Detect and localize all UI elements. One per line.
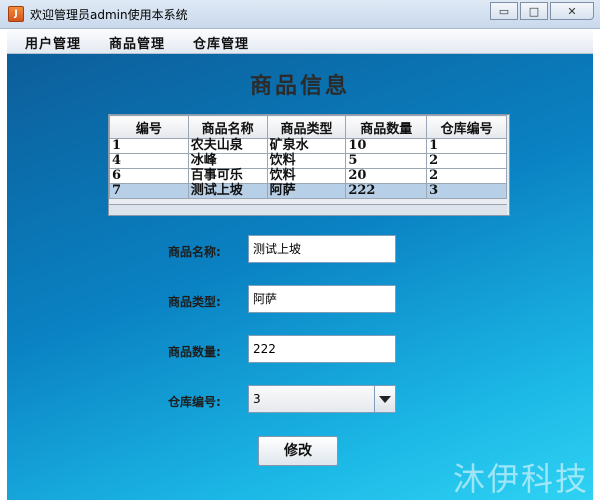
table-cell: 7 bbox=[109, 183, 189, 199]
product-name-label: 商品名称: bbox=[168, 245, 221, 259]
product-type-label: 商品类型: bbox=[168, 295, 221, 309]
table-header-row: 编号 商品名称 商品类型 商品数量 仓库编号 bbox=[109, 115, 507, 139]
menu-user-management[interactable]: 用户管理 bbox=[25, 33, 81, 52]
menu-bar: 用户管理 商品管理 仓库管理 bbox=[7, 29, 593, 54]
column-header-name[interactable]: 商品名称 bbox=[187, 115, 268, 139]
modify-button[interactable]: 修改 bbox=[258, 436, 338, 466]
table-cell: 20 bbox=[345, 168, 428, 184]
table-cell: 1 bbox=[109, 138, 189, 154]
window-titlebar[interactable]: J 欢迎管理员admin使用本系统 ▭ □ ✕ bbox=[0, 0, 600, 29]
table-cell: 矿泉水 bbox=[266, 138, 347, 154]
table-cell: 农夫山泉 bbox=[187, 138, 268, 154]
table-cell: 阿萨 bbox=[266, 183, 347, 199]
minimize-icon: ▭ bbox=[498, 4, 510, 18]
table-row[interactable]: 4 冰峰 饮料 5 2 bbox=[109, 153, 507, 169]
chevron-down-icon bbox=[379, 395, 391, 403]
table-cell: 饮料 bbox=[266, 168, 347, 184]
table-cell: 4 bbox=[109, 153, 189, 169]
table-cell: 1 bbox=[426, 138, 507, 154]
product-name-input[interactable]: 测试上坡 bbox=[248, 235, 396, 263]
window-title: 欢迎管理员admin使用本系统 bbox=[30, 8, 188, 22]
table-cell: 冰峰 bbox=[187, 153, 268, 169]
content-panel: 商品信息 编号 商品名称 商品类型 商品数量 仓库编号 1 农夫山泉 矿泉水 1… bbox=[7, 54, 593, 500]
window-controls: ▭ □ ✕ bbox=[488, 2, 594, 20]
table-cell: 测试上坡 bbox=[187, 183, 268, 199]
watermark-text: 沐伊科技 bbox=[452, 460, 589, 498]
warehouse-id-select[interactable]: 3 bbox=[248, 385, 396, 413]
table-horizontal-scrollbar[interactable] bbox=[109, 204, 507, 215]
table-row-selected[interactable]: 7 测试上坡 阿萨 222 3 bbox=[109, 183, 507, 199]
close-icon: ✕ bbox=[567, 4, 577, 18]
table-cell: 百事可乐 bbox=[187, 168, 268, 184]
column-header-warehouse[interactable]: 仓库编号 bbox=[426, 115, 507, 139]
product-quantity-input[interactable]: 222 bbox=[248, 335, 396, 363]
page-title: 商品信息 bbox=[249, 73, 350, 99]
product-quantity-label: 商品数量: bbox=[168, 345, 221, 359]
table-cell: 2 bbox=[426, 153, 507, 169]
maximize-button[interactable]: □ bbox=[520, 2, 548, 20]
table-cell: 2 bbox=[426, 168, 507, 184]
close-button[interactable]: ✕ bbox=[550, 2, 594, 20]
dropdown-arrow-button[interactable] bbox=[374, 386, 395, 412]
column-header-type[interactable]: 商品类型 bbox=[266, 115, 347, 139]
minimize-button[interactable]: ▭ bbox=[490, 2, 518, 20]
warehouse-id-label: 仓库编号: bbox=[168, 395, 221, 409]
product-table: 编号 商品名称 商品类型 商品数量 仓库编号 1 农夫山泉 矿泉水 10 1 4 bbox=[109, 115, 507, 199]
column-header-quantity[interactable]: 商品数量 bbox=[345, 115, 428, 139]
java-app-icon: J bbox=[8, 6, 24, 22]
table-row[interactable]: 6 百事可乐 饮料 20 2 bbox=[109, 168, 507, 184]
column-header-id[interactable]: 编号 bbox=[109, 115, 189, 139]
table-row[interactable]: 1 农夫山泉 矿泉水 10 1 bbox=[109, 138, 507, 154]
table-cell: 3 bbox=[426, 183, 507, 199]
table-cell: 222 bbox=[345, 183, 428, 199]
menu-warehouse-management[interactable]: 仓库管理 bbox=[193, 33, 249, 52]
table-cell: 10 bbox=[345, 138, 428, 154]
table-cell: 饮料 bbox=[266, 153, 347, 169]
warehouse-id-selected-value: 3 bbox=[253, 392, 261, 406]
menu-product-management[interactable]: 商品管理 bbox=[109, 33, 165, 52]
table-cell: 6 bbox=[109, 168, 189, 184]
maximize-icon: □ bbox=[528, 4, 540, 18]
product-table-container: 编号 商品名称 商品类型 商品数量 仓库编号 1 农夫山泉 矿泉水 10 1 4 bbox=[108, 114, 510, 216]
table-cell: 5 bbox=[345, 153, 428, 169]
product-type-input[interactable]: 阿萨 bbox=[248, 285, 396, 313]
